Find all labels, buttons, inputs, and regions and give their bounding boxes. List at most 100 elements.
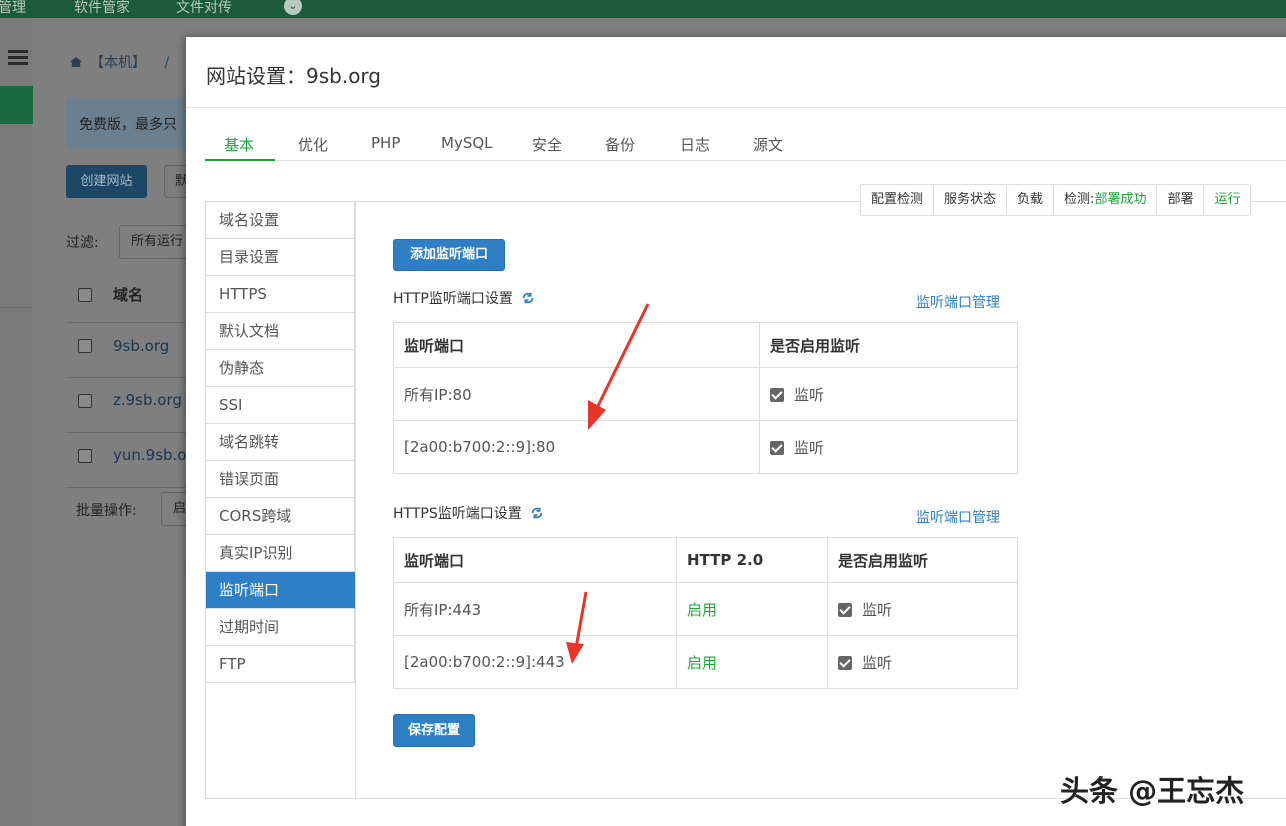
site-link[interactable]: 9sb.org: [113, 337, 169, 355]
table-row: [2a00:b700:2::9]:80 监听: [393, 420, 1018, 474]
listen-label: 监听: [862, 653, 893, 672]
listen-checkbox[interactable]: [770, 440, 784, 455]
breadcrumb-separator: /: [164, 55, 170, 71]
nav-item-software[interactable]: 软件管家: [74, 0, 130, 17]
tab-basic[interactable]: 基本: [224, 134, 254, 155]
load-button[interactable]: 负载: [1007, 185, 1055, 215]
active-tab-indicator: [205, 159, 275, 161]
table-row: [2a00:b700:2::9]:443 启用 监听: [393, 635, 1018, 689]
add-listen-port-button[interactable]: 添加监听端口: [393, 239, 505, 271]
service-status-button[interactable]: 服务状态: [934, 185, 1008, 215]
listen-checkbox[interactable]: [838, 655, 852, 670]
http2-cell: 启用: [676, 635, 828, 689]
listen-cell: 监听: [759, 367, 1018, 421]
detect-label: 检测:: [1064, 192, 1095, 207]
tab-backup[interactable]: 备份: [605, 134, 635, 155]
side-item-redirect[interactable]: 域名跳转: [206, 424, 355, 461]
side-item-real-ip[interactable]: 真实IP识别: [206, 535, 355, 572]
row-checkbox[interactable]: [78, 394, 92, 408]
listen-label: 监听: [862, 600, 893, 619]
port-cell: 所有IP:80: [393, 367, 760, 421]
side-item-ssi[interactable]: SSI: [206, 387, 355, 424]
http2-status[interactable]: 启用: [687, 601, 717, 619]
site-link[interactable]: z.9sb.org: [113, 391, 182, 409]
tab-security[interactable]: 安全: [532, 134, 562, 155]
side-item-domain[interactable]: 域名设置: [206, 202, 355, 239]
http-port-manage-link[interactable]: 监听端口管理: [916, 292, 1000, 312]
batch-operation-label: 批量操作:: [76, 503, 137, 519]
settings-content: 域名设置 目录设置 HTTPS 默认文档 伪静态 SSI 域名跳转 错误页面 C…: [205, 201, 1286, 800]
listen-column-header: 是否启用监听: [759, 322, 1018, 368]
http2-status[interactable]: 启用: [687, 654, 717, 672]
watermark: 头条 @王忘杰: [1060, 774, 1245, 808]
chevron-down-icon[interactable]: ⌄: [284, 0, 302, 15]
http-section-title: HTTP监听端口设置: [393, 288, 535, 308]
detect-status: 检测:部署成功: [1054, 185, 1158, 215]
side-item-cors[interactable]: CORS跨域: [206, 498, 355, 535]
refresh-icon[interactable]: [530, 506, 544, 520]
https-section-title-text: HTTPS监听端口设置: [393, 506, 522, 522]
https-ports-table: 监听端口 HTTP 2.0 是否启用监听 所有IP:443 启用 监听 [2a0…: [393, 537, 1018, 689]
row-checkbox[interactable]: [78, 339, 92, 353]
table-row: z.9sb.org: [66, 378, 196, 433]
side-item-directory[interactable]: 目录设置: [206, 239, 355, 276]
settings-tabs: 基本 优化 PHP MySQL 安全 备份 日志 源文: [205, 127, 1286, 161]
tab-logs[interactable]: 日志: [680, 134, 710, 155]
tab-source[interactable]: 源文: [753, 134, 783, 155]
table-row: yun.9sb.org: [66, 433, 202, 488]
domain-column-header: 域名: [113, 286, 144, 304]
tab-optimize[interactable]: 优化: [298, 134, 328, 155]
top-navbar: 管理 软件管家 文件对传 ⌄: [0, 0, 1286, 18]
nav-item-file-transfer[interactable]: 文件对传: [176, 0, 232, 17]
https-port-manage-link[interactable]: 监听端口管理: [916, 507, 1000, 527]
row-checkbox[interactable]: [78, 449, 92, 463]
table-row: 所有IP:443 启用 监听: [393, 582, 1018, 636]
free-version-notice: 免费版，最多只: [66, 97, 196, 149]
dialog-title: 网站设置：9sb.org: [206, 64, 381, 88]
detect-value: 部署成功: [1094, 192, 1147, 207]
listen-label: 监听: [794, 438, 825, 457]
sidebar-divider: [0, 307, 32, 308]
settings-side-menu: 域名设置 目录设置 HTTPS 默认文档 伪静态 SSI 域名跳转 错误页面 C…: [206, 202, 355, 683]
background-sidebar: [0, 18, 32, 826]
listen-column-header: 是否启用监听: [827, 537, 1018, 583]
port-cell: [2a00:b700:2::9]:443: [393, 635, 677, 689]
hamburger-menu-icon[interactable]: [8, 50, 28, 66]
breadcrumb: 【本机】 /: [70, 52, 169, 72]
port-column-header: 监听端口: [393, 322, 760, 368]
site-table-header: 域名: [66, 268, 196, 323]
tab-php[interactable]: PHP: [371, 134, 400, 152]
side-item-default-doc[interactable]: 默认文档: [206, 313, 355, 350]
select-all-checkbox[interactable]: [78, 288, 92, 302]
tab-mysql[interactable]: MySQL: [441, 134, 493, 152]
side-item-listen-port[interactable]: 监听端口: [206, 572, 355, 609]
listen-checkbox[interactable]: [838, 602, 852, 617]
side-menu-divider: [355, 202, 356, 800]
listen-cell: 监听: [827, 582, 1018, 636]
create-site-button[interactable]: 创建网站: [66, 165, 147, 198]
http-section-title-text: HTTP监听端口设置: [393, 291, 513, 307]
https-section-title: HTTPS监听端口设置: [393, 503, 544, 523]
save-config-button[interactable]: 保存配置: [393, 714, 475, 747]
side-item-expiry[interactable]: 过期时间: [206, 609, 355, 646]
table-row: 9sb.org: [66, 323, 196, 378]
config-check-button[interactable]: 配置检测: [861, 185, 935, 215]
nav-item-manage[interactable]: 管理: [0, 0, 26, 17]
side-item-ftp[interactable]: FTP: [206, 646, 355, 683]
refresh-icon[interactable]: [521, 291, 535, 305]
side-item-rewrite[interactable]: 伪静态: [206, 350, 355, 387]
title-divider: [186, 107, 1286, 108]
breadcrumb-host[interactable]: 【本机】: [90, 55, 146, 71]
listen-checkbox[interactable]: [770, 387, 784, 402]
site-status-bar: 配置检测 服务状态 负载 检测:部署成功 部署 运行: [860, 184, 1252, 216]
side-item-https[interactable]: HTTPS: [206, 276, 355, 313]
port-column-header: 监听端口: [393, 537, 677, 583]
http2-column-header: HTTP 2.0: [676, 537, 828, 583]
table-header-row: 监听端口 是否启用监听: [393, 322, 1018, 368]
home-icon[interactable]: [70, 57, 82, 67]
listen-cell: 监听: [759, 420, 1018, 474]
deploy-button[interactable]: 部署: [1157, 185, 1205, 215]
side-item-error-page[interactable]: 错误页面: [206, 461, 355, 498]
filter-label: 过滤:: [66, 235, 99, 251]
http-ports-table: 监听端口 是否启用监听 所有IP:80 监听 [2a00:b700:2::9]:…: [393, 322, 1018, 474]
